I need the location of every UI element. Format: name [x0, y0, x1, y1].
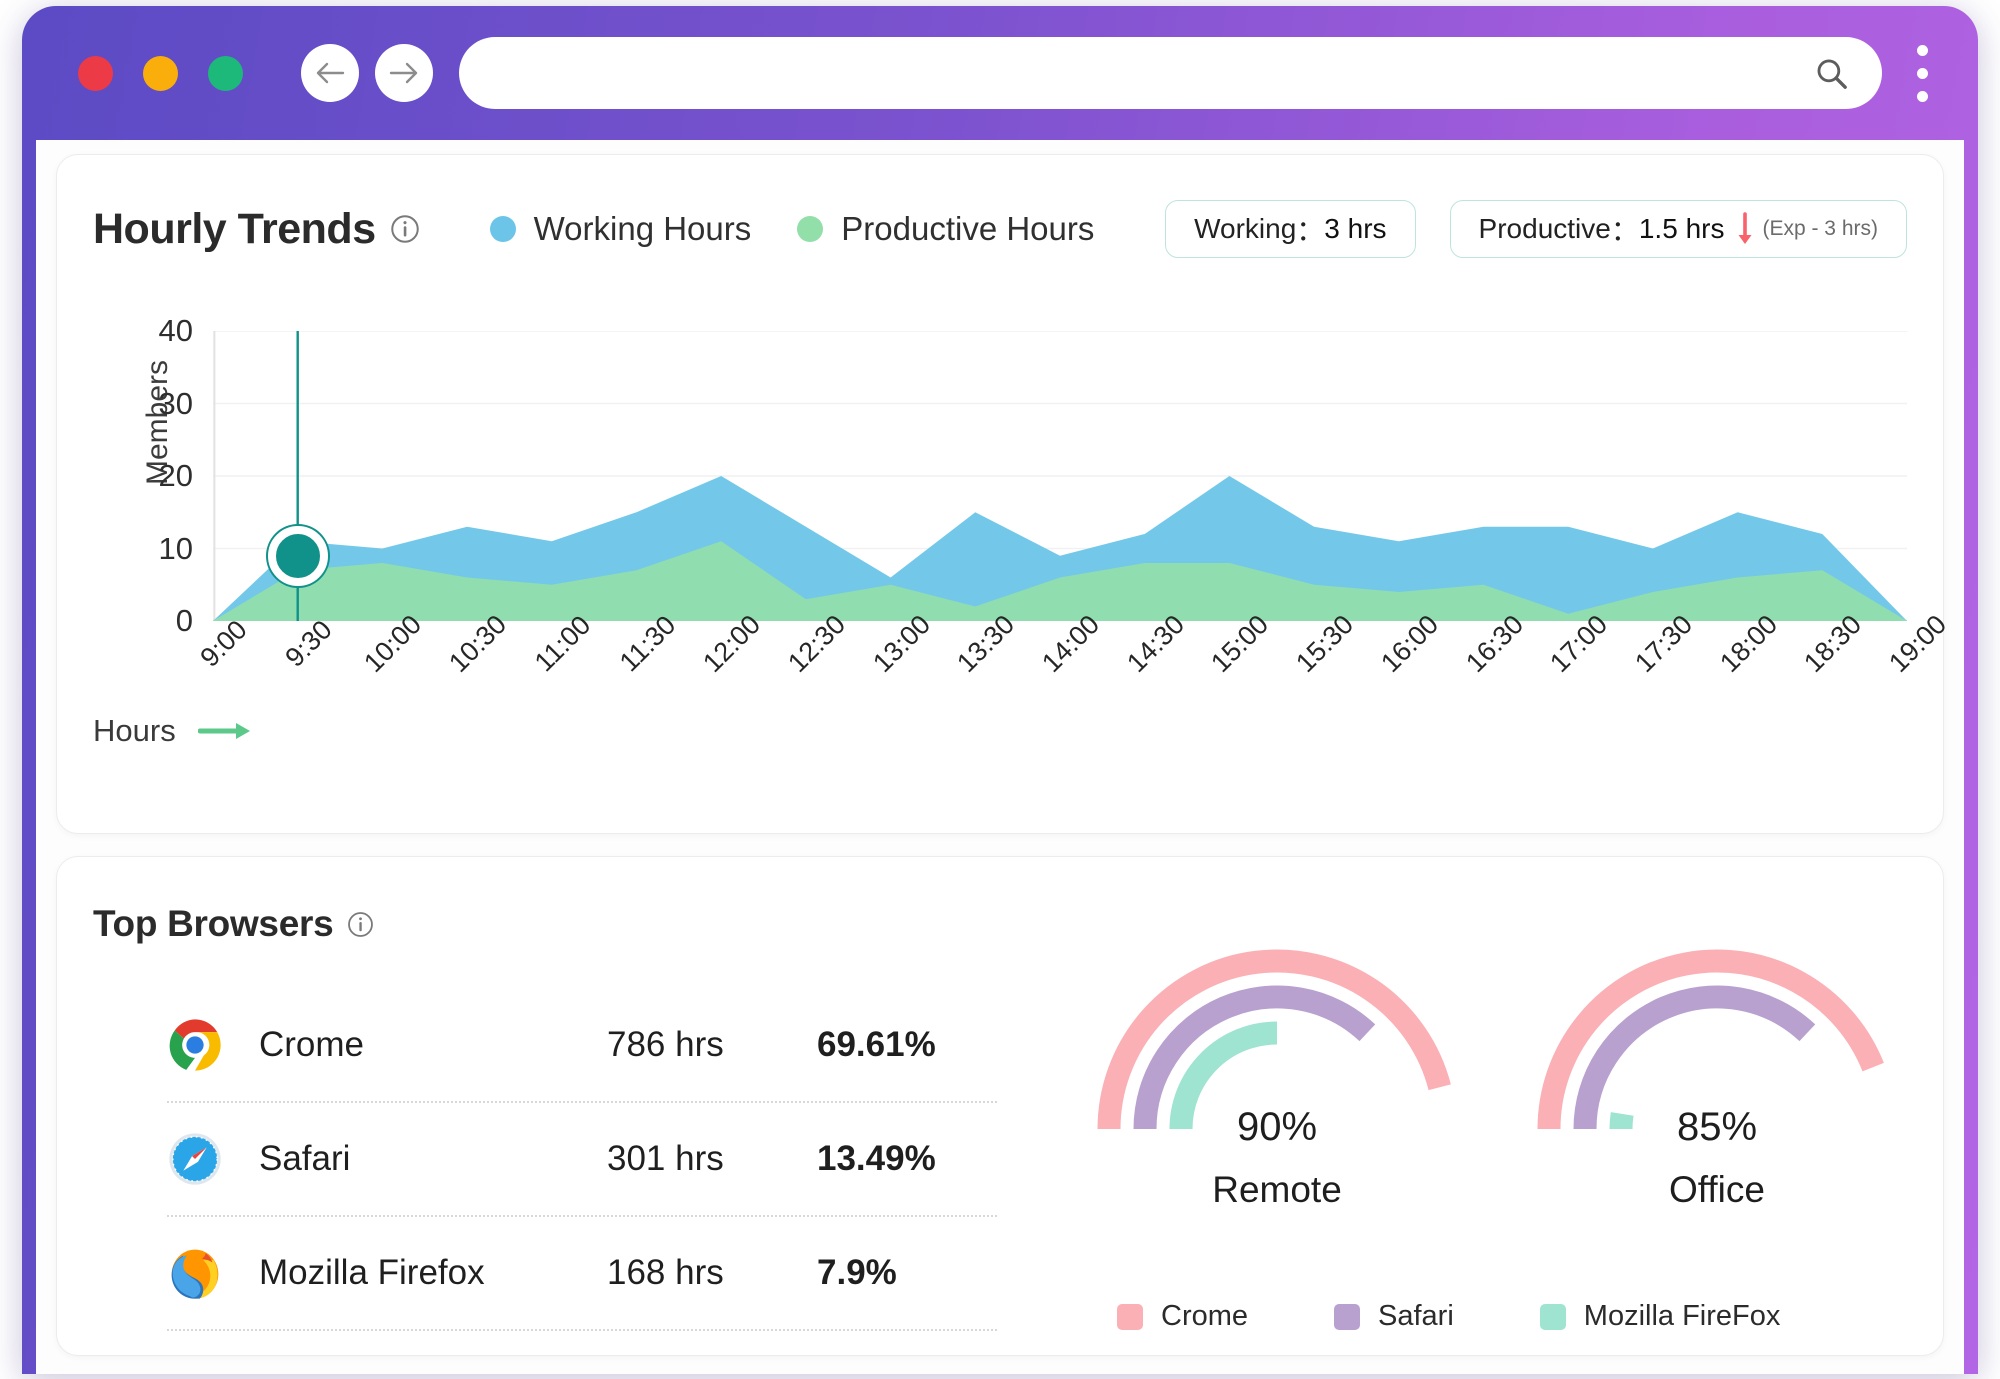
legend-item-crome[interactable]: Crome	[1117, 1300, 1248, 1333]
browser-hours: 786 hrs	[607, 1025, 724, 1064]
chrome-icon	[169, 1019, 221, 1071]
gauge-remote: 90% Remote	[1057, 917, 1497, 1210]
hourly-trends-chart: Members 0 10 20 30 40 Hours 9:00 9:30 10:00 10:…	[93, 313, 1952, 815]
legend-item-mozilla-firefox[interactable]: Mozilla FireFox	[1539, 1300, 1781, 1333]
gauge-charts: 90% Remote 85% Office	[1037, 917, 1933, 1355]
firefox-icon	[171, 1249, 219, 1299]
x-axis-label: Hours	[93, 713, 176, 748]
legend-swatch-icon	[797, 216, 824, 242]
gauge-percent: 90%	[1236, 1105, 1318, 1149]
y-axis-tick: 0	[175, 603, 193, 638]
top-browsers-card: Top Browsers Crome 786 hrs 69.61% Safari…	[56, 856, 1944, 1356]
browser-name: Safari	[259, 1139, 351, 1178]
table-row[interactable]: Mozilla Firefox 168 hrs 7.9%	[167, 1217, 997, 1331]
dashboard-content: Hourly Trends Working Hours Productive H…	[36, 140, 1964, 1374]
legend-item-working-hours[interactable]: Working Hours	[489, 210, 752, 248]
kebab-dot	[1916, 44, 1928, 56]
x-axis-ticks: 9:00 9:30 10:00 10:30 11:00 11:30 12:00 12:30 13…	[194, 609, 1952, 733]
x-axis-tick: 9:00	[194, 614, 253, 673]
kebab-dot	[1916, 90, 1928, 102]
x-axis-tick: 9:30	[279, 614, 338, 673]
close-window-button[interactable]	[78, 55, 113, 91]
y-axis-tick: 30	[158, 385, 193, 421]
legend-label: Crome	[1161, 1300, 1249, 1332]
chart-legend: Working Hours Productive Hours	[489, 210, 1094, 248]
address-bar[interactable]	[459, 37, 1882, 109]
legend-label: Working Hours	[533, 210, 752, 247]
window-controls	[78, 55, 243, 91]
gauge-legend: Crome Safari Mozilla FireFox	[1117, 1300, 1780, 1333]
working-hours-badge[interactable]: Working ： 3 hrs	[1165, 200, 1416, 258]
badge-separator: ：	[1296, 215, 1325, 246]
legend-swatch-icon	[1117, 1303, 1143, 1330]
browser-toolbar	[22, 6, 1978, 140]
search-icon[interactable]	[1814, 56, 1848, 90]
browser-percent: 69.61%	[817, 1025, 936, 1064]
badge-separator: ：	[1610, 215, 1639, 246]
table-row[interactable]: Safari 301 hrs 13.49%	[167, 1103, 997, 1217]
gauge-label: Remote	[1212, 1169, 1342, 1210]
legend-item-productive-hours[interactable]: Productive Hours	[797, 210, 1094, 248]
browser-name: Crome	[259, 1025, 365, 1064]
kebab-dot	[1916, 67, 1928, 79]
back-button[interactable]	[301, 44, 359, 102]
search-input[interactable]	[489, 59, 1814, 87]
legend-label: Productive Hours	[841, 210, 1095, 247]
browser-hours: 168 hrs	[607, 1253, 724, 1292]
info-icon[interactable]	[347, 911, 374, 938]
gauge-label: Office	[1669, 1169, 1765, 1210]
info-icon[interactable]	[390, 214, 420, 244]
browser-window: Hourly Trends Working Hours Productive H…	[22, 6, 1978, 1374]
browser-menu-button[interactable]	[1892, 44, 1952, 102]
chart-plot-area	[213, 331, 1907, 621]
hourly-trends-header: Hourly Trends Working Hours Productive H…	[93, 200, 1907, 258]
table-row[interactable]: Crome 786 hrs 69.61%	[167, 989, 997, 1103]
forward-button[interactable]	[375, 44, 433, 102]
badge-label: Productive	[1478, 213, 1611, 244]
gauge-office: 85% Office	[1497, 917, 1937, 1210]
y-axis-tick: 10	[158, 530, 193, 566]
badge-note: (Exp - 3 hrs)	[1762, 217, 1878, 240]
page-title: Hourly Trends	[93, 204, 376, 253]
gauge-percent: 85%	[1676, 1105, 1758, 1149]
badge-value: 1.5 hrs	[1638, 213, 1725, 244]
navigation-buttons	[301, 44, 433, 102]
browser-table: Crome 786 hrs 69.61% Safari 301 hrs 13.4…	[167, 989, 997, 1331]
productive-hours-badge[interactable]: Productive ： 1.5 hrs (Exp - 3 hrs)	[1449, 200, 1907, 258]
browser-percent: 13.49%	[817, 1139, 936, 1178]
summary-badges: Working ： 3 hrs Productive ： 1.5 hrs (Ex…	[1165, 200, 1907, 258]
badge-value: 3 hrs	[1324, 213, 1387, 244]
minimize-window-button[interactable]	[143, 55, 178, 91]
badge-label: Working	[1194, 213, 1297, 244]
arrow-left-icon	[316, 62, 345, 84]
safari-icon	[169, 1133, 221, 1185]
arrow-right-icon	[389, 62, 418, 84]
maximize-window-button[interactable]	[208, 55, 243, 91]
legend-label: Safari	[1378, 1300, 1454, 1332]
down-arrow-icon	[1738, 212, 1752, 244]
legend-item-safari[interactable]: Safari	[1334, 1300, 1454, 1333]
browser-name: Mozilla Firefox	[259, 1253, 485, 1292]
legend-label: Mozilla FireFox	[1583, 1300, 1781, 1332]
legend-swatch-icon	[1539, 1303, 1566, 1330]
hourly-trends-card: Hourly Trends Working Hours Productive H…	[56, 154, 1952, 834]
legend-swatch-icon	[489, 216, 516, 242]
legend-swatch-icon	[1334, 1303, 1361, 1330]
browser-hours: 301 hrs	[607, 1139, 724, 1178]
y-axis-tick: 40	[158, 313, 193, 348]
browser-percent: 7.9%	[817, 1253, 897, 1292]
section-title: Top Browsers	[93, 903, 334, 944]
y-axis-tick: 20	[158, 458, 193, 493]
chart-marker-point[interactable]	[267, 525, 328, 586]
